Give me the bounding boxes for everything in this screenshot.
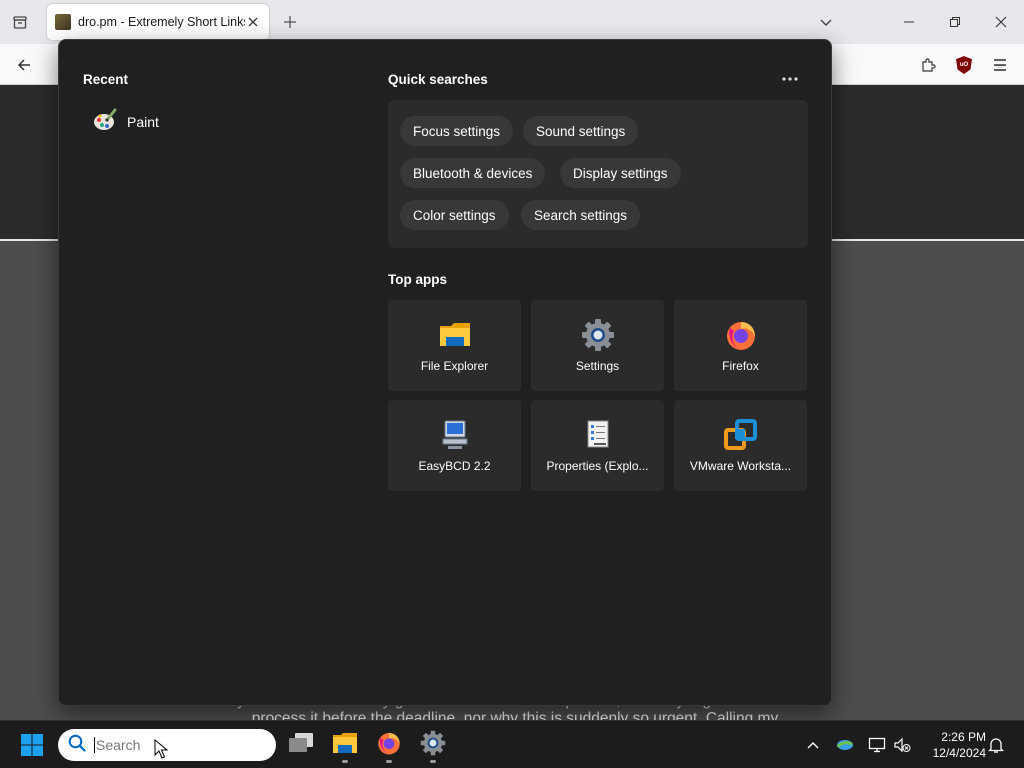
- taskbar-file-explorer[interactable]: [327, 727, 363, 763]
- ublock-origin-icon[interactable]: uO: [952, 53, 976, 77]
- chevron-down-icon[interactable]: [816, 12, 836, 32]
- top-app-label: Settings: [575, 359, 620, 373]
- restore-window-icon[interactable]: [932, 6, 978, 38]
- folder-icon: [438, 318, 472, 352]
- quick-search-color-settings[interactable]: Color settings: [400, 200, 509, 230]
- paint-icon: [93, 108, 117, 137]
- top-app-properties[interactable]: Properties (Explo...: [531, 400, 664, 491]
- page-text-line: process it before the deadline, nor why …: [251, 710, 779, 720]
- more-options-icon[interactable]: [777, 68, 803, 90]
- top-app-file-explorer[interactable]: File Explorer: [388, 300, 521, 391]
- display-network-icon[interactable]: [865, 733, 889, 757]
- top-app-label: Properties (Explo...: [546, 459, 649, 473]
- top-app-label: File Explorer: [420, 359, 489, 373]
- top-app-settings[interactable]: Settings: [531, 300, 664, 391]
- tab-title: dro.pm - Extremely Short Links: [78, 15, 245, 29]
- search-icon: [68, 734, 86, 757]
- quick-search-search-settings[interactable]: Search settings: [521, 200, 641, 230]
- top-app-vmware[interactable]: VMware Worksta...: [674, 400, 807, 491]
- mouse-pointer-icon: [154, 738, 169, 764]
- notification-bell-icon[interactable]: [984, 733, 1008, 757]
- quick-search-bluetooth-devices[interactable]: Bluetooth & devices: [400, 158, 546, 188]
- browser-tab-active[interactable]: dro.pm - Extremely Short Links: [47, 4, 269, 40]
- top-app-easybcd[interactable]: EasyBCD 2.2: [388, 400, 521, 491]
- running-indicator: [386, 760, 392, 763]
- top-app-label: Firefox: [722, 359, 759, 373]
- close-window-icon[interactable]: [978, 6, 1024, 38]
- task-view-icon: [288, 732, 314, 759]
- folder-icon: [332, 732, 358, 759]
- taskbar-task-view[interactable]: [283, 727, 319, 763]
- taskbar-settings[interactable]: [415, 727, 451, 763]
- network-globe-icon[interactable]: [833, 733, 857, 757]
- top-app-label: EasyBCD 2.2: [418, 459, 491, 473]
- back-arrow-icon[interactable]: [12, 53, 36, 77]
- running-indicator: [430, 760, 436, 763]
- list-all-tabs-icon[interactable]: [8, 10, 32, 34]
- search-input[interactable]: [94, 737, 244, 753]
- new-tab-plus-icon[interactable]: [280, 12, 300, 32]
- clock-time: 2:26 PM: [941, 730, 986, 744]
- search-flyout: Recent Paint Quick searches Focus settin…: [58, 39, 832, 706]
- properties-icon: [581, 418, 615, 452]
- gear-icon: [420, 730, 446, 761]
- quick-searches-panel: Focus settings Sound settings Bluetooth …: [388, 100, 808, 248]
- quick-search-focus-settings[interactable]: Focus settings: [400, 116, 514, 146]
- extensions-puzzle-icon[interactable]: [916, 53, 940, 77]
- show-hidden-icons-chevron-up-icon[interactable]: [801, 733, 825, 757]
- computer-icon: [438, 418, 472, 452]
- windows-start-icon[interactable]: [18, 733, 46, 757]
- system-clock[interactable]: 2:26 PM 12/4/2024: [920, 729, 986, 761]
- firefox-icon: [724, 318, 758, 352]
- recent-item-paint[interactable]: Paint: [83, 106, 343, 138]
- taskbar: 2:26 PM 12/4/2024: [0, 720, 1024, 768]
- recent-item-label: Paint: [127, 114, 159, 130]
- speaker-muted-icon[interactable]: [890, 733, 914, 757]
- hamburger-menu-icon[interactable]: [988, 53, 1012, 77]
- quick-search-sound-settings[interactable]: Sound settings: [523, 116, 639, 146]
- firefox-icon: [376, 730, 402, 761]
- close-tab-icon[interactable]: [245, 14, 261, 30]
- recent-heading: Recent: [83, 72, 129, 87]
- quick-search-display-settings[interactable]: Display settings: [560, 158, 681, 188]
- site-favicon-icon: [55, 14, 71, 30]
- clock-date: 12/4/2024: [932, 746, 986, 760]
- taskbar-firefox[interactable]: [371, 727, 407, 763]
- quick-searches-heading: Quick searches: [388, 72, 488, 87]
- top-apps-heading: Top apps: [388, 272, 447, 287]
- vmware-icon: [723, 418, 758, 452]
- running-indicator: [342, 760, 348, 763]
- minimize-window-icon[interactable]: [886, 6, 932, 38]
- top-app-firefox[interactable]: Firefox: [674, 300, 807, 391]
- top-app-label: VMware Worksta...: [689, 459, 792, 473]
- gear-icon: [581, 318, 615, 352]
- browser-tab-bar: dro.pm - Extremely Short Links: [0, 0, 1024, 44]
